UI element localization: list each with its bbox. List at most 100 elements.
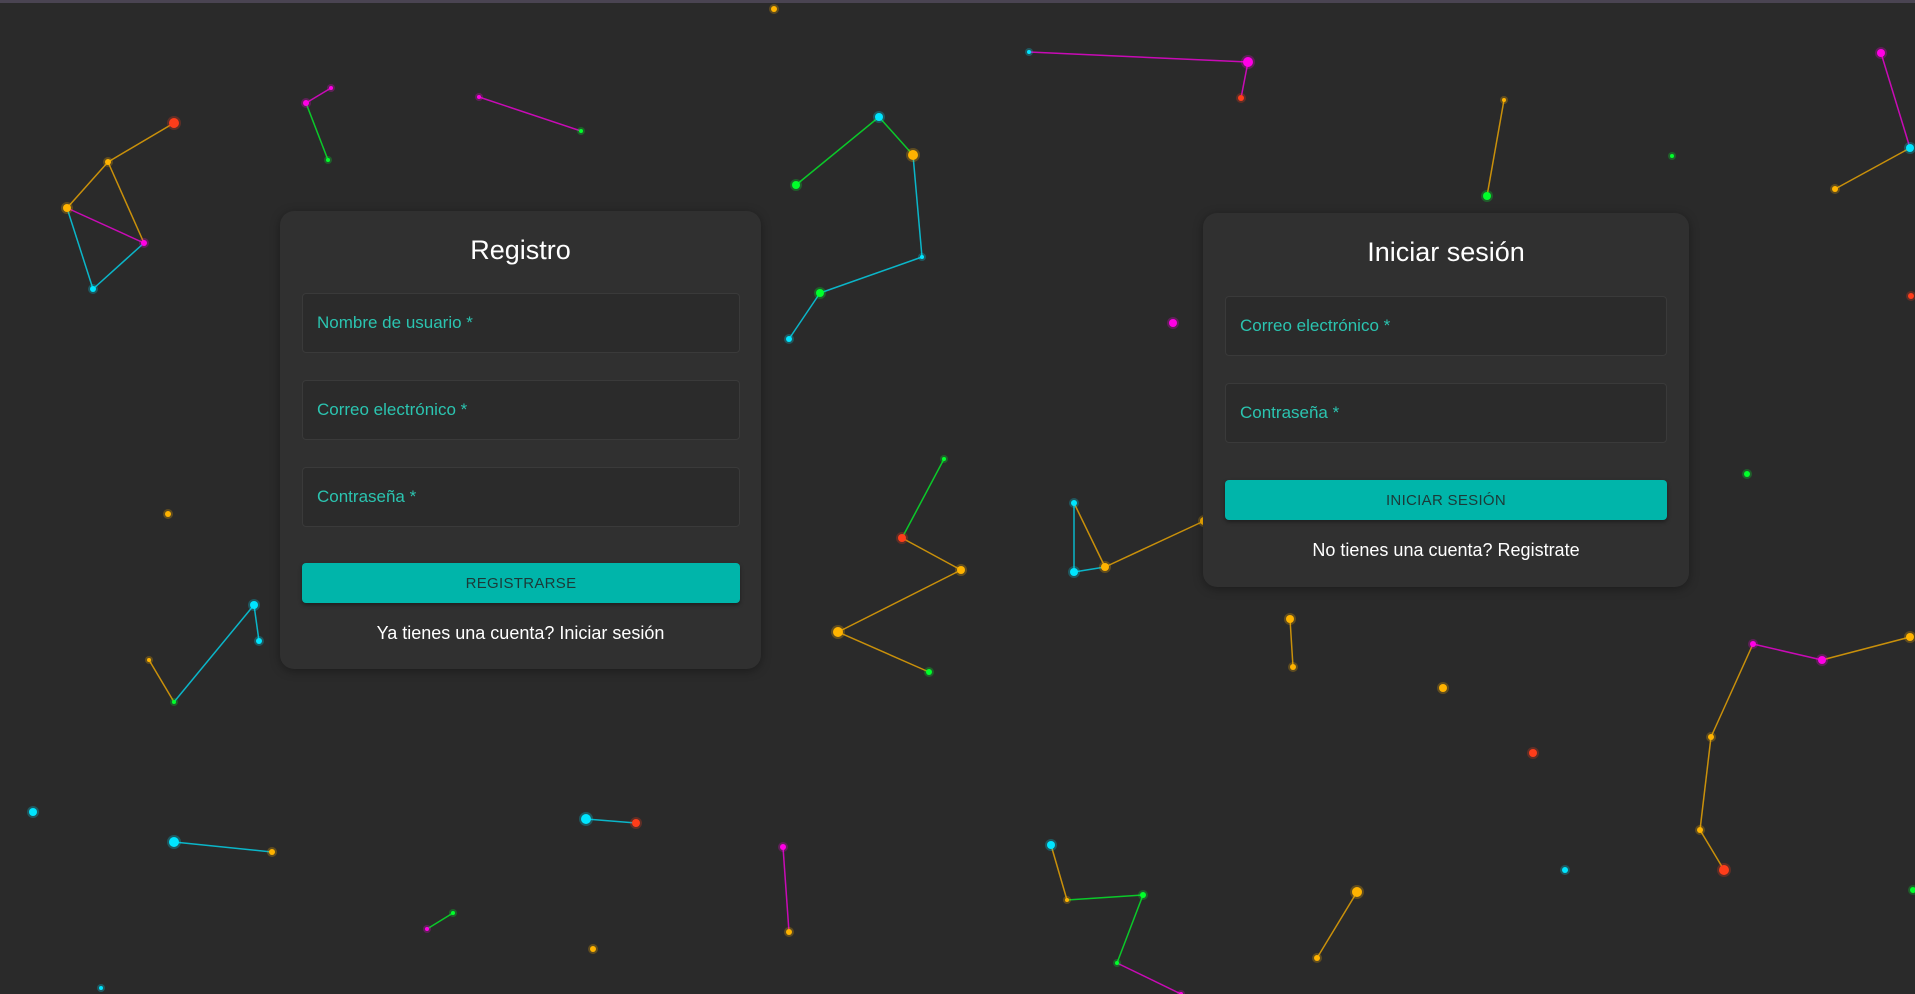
- particle-dot: [172, 700, 176, 704]
- particle-link: [66, 207, 94, 290]
- particle-dot: [632, 819, 640, 827]
- particle-link: [426, 912, 454, 930]
- login-password-input[interactable]: [1226, 384, 1666, 442]
- particle-link: [107, 122, 175, 163]
- particle-link: [1073, 502, 1106, 568]
- particle-dot: [326, 158, 330, 162]
- top-border: [0, 0, 1915, 3]
- register-password-field[interactable]: [302, 467, 740, 527]
- particle-dot: [141, 240, 147, 246]
- register-email-input[interactable]: [303, 381, 739, 439]
- particle-link: [782, 846, 790, 933]
- register-button[interactable]: REGISTRARSE: [302, 563, 740, 603]
- particle-link: [1066, 894, 1144, 901]
- particle-dot: [1027, 50, 1031, 54]
- particle-dot: [1439, 684, 1447, 692]
- particle-link: [66, 207, 145, 244]
- particle-link: [1104, 520, 1205, 568]
- particle-link: [795, 116, 880, 186]
- particle-dot: [786, 336, 792, 342]
- particle-dot: [303, 100, 309, 106]
- login-button[interactable]: INICIAR SESIÓN: [1225, 480, 1667, 520]
- particle-link: [1116, 962, 1182, 994]
- username-field[interactable]: [302, 293, 740, 353]
- register-link[interactable]: Registrate: [1498, 540, 1580, 560]
- particle-dot: [957, 566, 965, 574]
- particle-dot: [90, 286, 96, 292]
- particle-link: [305, 102, 329, 161]
- particle-dot: [1908, 293, 1914, 299]
- particle-dot: [926, 669, 932, 675]
- register-card: Registro REGISTRARSE Ya tienes una cuent…: [280, 211, 761, 669]
- particle-link: [837, 631, 930, 673]
- particle-dot: [1502, 98, 1506, 102]
- particle-dot: [833, 627, 843, 637]
- particle-dot: [329, 86, 333, 90]
- particle-dot: [250, 601, 258, 609]
- particle-dot: [1529, 749, 1537, 757]
- particle-dot: [1290, 664, 1296, 670]
- particle-dot: [425, 927, 429, 931]
- particle-dot: [269, 849, 275, 855]
- particle-dot: [816, 289, 824, 297]
- particle-dot: [1483, 192, 1491, 200]
- particle-dot: [1047, 841, 1055, 849]
- register-password-input[interactable]: [303, 468, 739, 526]
- register-email-field[interactable]: [302, 380, 740, 440]
- particle-link: [1486, 99, 1505, 197]
- particle-dot: [1750, 641, 1756, 647]
- particle-link: [878, 116, 914, 156]
- login-password-field[interactable]: [1225, 383, 1667, 443]
- particle-dot: [1169, 319, 1177, 327]
- particle-dot: [1697, 827, 1703, 833]
- particle-dot: [1744, 471, 1750, 477]
- particle-dot: [63, 204, 71, 212]
- particle-dot: [875, 113, 883, 121]
- particle-link: [1821, 636, 1911, 661]
- login-email-input[interactable]: [1226, 297, 1666, 355]
- particle-link: [92, 242, 145, 290]
- particle-link: [478, 96, 582, 132]
- particle-dot: [792, 181, 800, 189]
- login-title: Iniciar sesión: [1367, 237, 1525, 267]
- particle-dot: [1070, 568, 1078, 576]
- username-input[interactable]: [303, 294, 739, 352]
- particle-dot: [1719, 865, 1729, 875]
- particle-link: [173, 841, 273, 853]
- particle-link: [837, 569, 962, 633]
- particle-dot: [898, 534, 906, 542]
- particle-dot: [780, 844, 786, 850]
- particle-dot: [165, 511, 171, 517]
- particle-dot: [1708, 734, 1714, 740]
- particle-dot: [105, 159, 111, 165]
- particle-dot: [147, 658, 151, 662]
- particle-link: [66, 161, 109, 209]
- particle-link: [173, 604, 255, 703]
- particle-dot: [920, 255, 924, 259]
- particle-dot: [256, 638, 262, 644]
- particle-dot: [169, 837, 179, 847]
- particle-link: [1752, 643, 1823, 661]
- particle-dot: [477, 95, 481, 99]
- particle-dot: [1906, 633, 1914, 641]
- login-link[interactable]: Iniciar sesión: [559, 623, 664, 643]
- register-switch-line: No tienes una cuenta? Registrate: [1203, 540, 1689, 561]
- particle-dot: [1352, 887, 1362, 897]
- particle-dot: [590, 946, 596, 952]
- particle-dot: [581, 814, 591, 824]
- particle-dot: [451, 911, 455, 915]
- particle-dot: [579, 129, 583, 133]
- login-card: Iniciar sesión INICIAR SESIÓN No tienes …: [1203, 213, 1689, 587]
- particle-dot: [1314, 955, 1320, 961]
- particle-link: [1289, 618, 1294, 668]
- particle-dot: [169, 118, 179, 128]
- particle-dot: [1906, 144, 1914, 152]
- login-email-field[interactable]: [1225, 296, 1667, 356]
- particle-link: [1316, 891, 1358, 959]
- particle-dot: [908, 150, 918, 160]
- particle-dot: [29, 808, 37, 816]
- particle-dot: [1877, 49, 1885, 57]
- particle-dot: [1101, 563, 1109, 571]
- particle-link: [107, 161, 145, 244]
- particle-dot: [1115, 961, 1119, 965]
